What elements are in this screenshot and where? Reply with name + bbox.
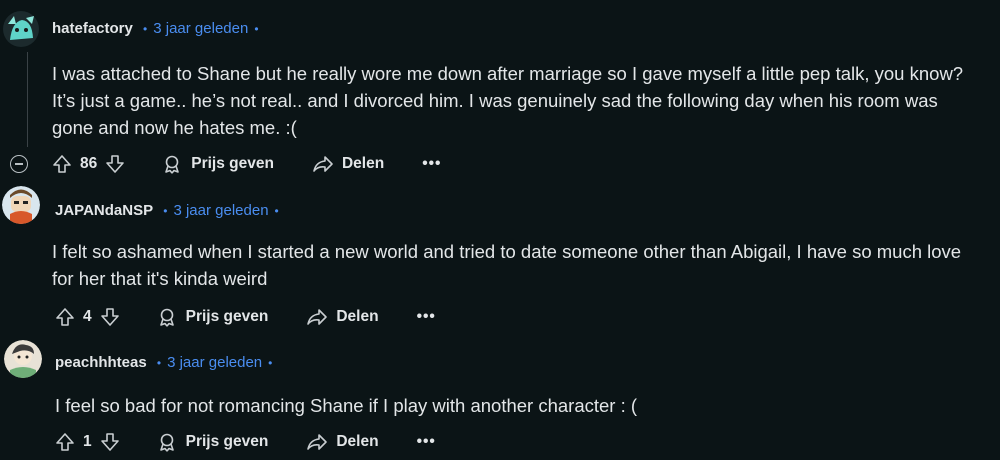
upvote-icon[interactable] — [52, 154, 72, 174]
downvote-icon[interactable] — [100, 432, 120, 452]
avatar[interactable] — [2, 10, 40, 48]
avatar[interactable] — [2, 186, 40, 224]
timestamp[interactable]: 3 jaar geleden — [153, 20, 248, 37]
comment-meta: JAPANdaNSP • 3 jaar geleden • — [55, 202, 279, 219]
comment-body: I feel so bad for not romancing Shane if… — [55, 395, 638, 416]
comment-actions: 86 Prijs geven Delen ••• — [52, 150, 441, 178]
award-button[interactable]: Prijs geven — [158, 432, 268, 452]
timestamp[interactable]: 3 jaar geleden — [167, 354, 262, 371]
downvote-icon[interactable] — [100, 307, 120, 327]
share-button[interactable]: Delen — [306, 432, 379, 452]
award-button[interactable]: Prijs geven — [158, 307, 268, 327]
award-icon — [163, 154, 183, 174]
award-icon — [158, 432, 178, 452]
share-button[interactable]: Delen — [312, 154, 384, 174]
username[interactable]: JAPANdaNSP — [55, 202, 153, 219]
vote-count: 86 — [80, 155, 98, 172]
award-button[interactable]: Prijs geven — [163, 154, 274, 174]
award-icon — [158, 307, 178, 327]
comment-actions: 4 Prijs geven Delen ••• — [55, 303, 436, 331]
upvote-icon[interactable] — [55, 432, 75, 452]
downvote-icon[interactable] — [105, 154, 125, 174]
comment-body: I was attached to Shane but he really wo… — [52, 63, 964, 138]
timestamp[interactable]: 3 jaar geleden — [173, 202, 268, 219]
share-button[interactable]: Delen — [306, 307, 379, 327]
upvote-icon[interactable] — [55, 307, 75, 327]
share-icon — [312, 154, 334, 174]
thread-line — [27, 52, 28, 147]
more-options-icon[interactable]: ••• — [417, 308, 436, 326]
more-options-icon[interactable]: ••• — [422, 155, 441, 173]
collapse-thread-icon[interactable] — [10, 155, 28, 173]
comment-meta: peachhhteas • 3 jaar geleden • — [55, 354, 273, 371]
username[interactable]: peachhhteas — [55, 354, 147, 371]
vote-count: 4 — [83, 308, 92, 325]
vote-count: 1 — [83, 433, 92, 450]
share-icon — [306, 307, 328, 327]
comment-meta: hatefactory • 3 jaar geleden • — [52, 20, 259, 37]
username[interactable]: hatefactory — [52, 20, 133, 37]
avatar[interactable] — [4, 340, 42, 378]
comment-actions: 1 Prijs geven Delen ••• — [55, 428, 436, 456]
more-options-icon[interactable]: ••• — [417, 433, 436, 451]
comment-body: I felt so ashamed when I started a new w… — [52, 241, 962, 289]
share-icon — [306, 432, 328, 452]
